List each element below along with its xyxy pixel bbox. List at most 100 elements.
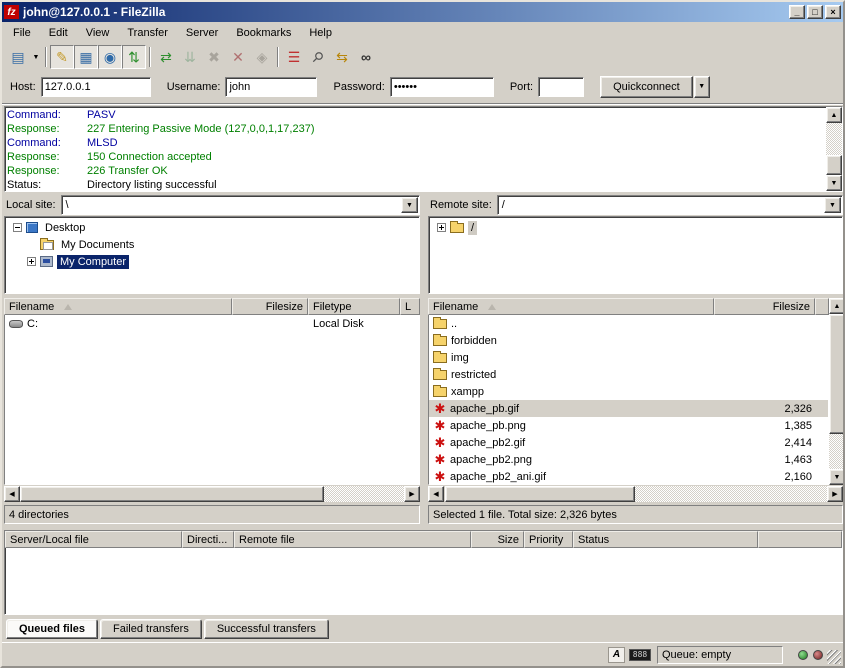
documents-folder-icon [40, 240, 54, 250]
file-row[interactable]: xampp [429, 383, 828, 400]
column-server-local-file[interactable]: Server/Local file [5, 531, 182, 548]
site-manager-icon[interactable]: ▤ [6, 45, 30, 69]
log-label: Command: [7, 136, 87, 150]
image-file-icon: ✱ [433, 403, 447, 414]
combo-dropdown-icon[interactable] [401, 197, 418, 213]
refresh-icon[interactable]: ⇄ [154, 45, 178, 69]
file-row[interactable]: ✱apache_pb.png 1,385 [429, 417, 828, 434]
scroll-thumb[interactable] [826, 155, 842, 175]
toggle-queue-icon[interactable]: ⇅ [122, 45, 146, 69]
column-label: L [405, 301, 411, 313]
speed-limits-icon[interactable]: 888 [629, 649, 651, 661]
scroll-up-icon[interactable] [829, 298, 845, 314]
toggle-log-icon[interactable]: ✎ [50, 45, 74, 69]
local-site-row: Local site: \ [6, 194, 420, 216]
scroll-left-icon[interactable] [428, 486, 444, 502]
scroll-thumb[interactable] [829, 314, 845, 434]
tree-item-desktop[interactable]: Desktop [5, 219, 419, 236]
password-input[interactable] [390, 77, 494, 97]
site-manager-dropdown-icon[interactable]: ▼ [30, 45, 42, 69]
file-row-c-drive[interactable]: C: Local Disk [5, 315, 419, 332]
cancel-icon[interactable]: ✖ [202, 45, 226, 69]
red-led-icon [813, 650, 823, 660]
menu-transfer[interactable]: Transfer [118, 25, 177, 41]
reconnect-icon[interactable]: ◈ [250, 45, 274, 69]
scroll-thumb[interactable] [20, 486, 324, 502]
tab-label: Queued files [19, 623, 85, 635]
collapse-icon[interactable] [13, 223, 22, 232]
process-queue-icon[interactable]: ⇊ [178, 45, 202, 69]
file-row[interactable]: img [429, 349, 828, 366]
local-site-combobox[interactable]: \ [61, 195, 420, 215]
column-filename[interactable]: Filename [4, 298, 232, 315]
expand-icon[interactable] [437, 223, 446, 232]
title-bar[interactable]: fz john@127.0.0.1 - FileZilla _ □ × [2, 2, 843, 22]
tab-queued-files[interactable]: Queued files [6, 619, 98, 639]
disconnect-icon[interactable]: ✕ [226, 45, 250, 69]
log-line: Command:MLSD [7, 136, 840, 150]
resize-grip[interactable] [827, 650, 841, 664]
column-filename[interactable]: Filename [428, 298, 714, 315]
scroll-up-icon[interactable] [826, 107, 842, 123]
quickconnect-dropdown-icon[interactable] [694, 76, 710, 98]
tree-item-root[interactable]: / [429, 219, 842, 236]
column-remote-file[interactable]: Remote file [234, 531, 471, 548]
ascii-datatype-icon[interactable]: A [608, 647, 625, 663]
scroll-down-icon[interactable] [829, 469, 845, 485]
username-input[interactable] [225, 77, 317, 97]
menu-edit[interactable]: Edit [40, 25, 77, 41]
file-row-selected[interactable]: ✱apache_pb.gif 2,326 [429, 400, 828, 417]
column-last-modified[interactable]: L [400, 298, 420, 315]
minimize-button[interactable]: _ [789, 5, 805, 19]
menu-help[interactable]: Help [300, 25, 341, 41]
scroll-thumb[interactable] [445, 486, 635, 502]
host-input[interactable] [41, 77, 151, 97]
column-filesize[interactable]: Filesize [714, 298, 815, 315]
tab-failed-transfers[interactable]: Failed transfers [100, 619, 202, 639]
tree-item-my-documents[interactable]: My Documents [5, 236, 419, 253]
scroll-left-icon[interactable] [4, 486, 20, 502]
column-priority[interactable]: Priority [524, 531, 573, 548]
maximize-button[interactable]: □ [807, 5, 823, 19]
scroll-track[interactable] [635, 486, 827, 502]
column-status[interactable]: Status [573, 531, 758, 548]
menu-file[interactable]: File [4, 25, 40, 41]
scroll-down-icon[interactable] [826, 175, 842, 191]
disk-icon [9, 320, 23, 328]
scroll-right-icon[interactable] [827, 486, 843, 502]
file-row[interactable]: forbidden [429, 332, 828, 349]
port-input[interactable] [538, 77, 584, 97]
image-file-icon: ✱ [433, 454, 447, 465]
tree-item-my-computer[interactable]: My Computer [5, 253, 419, 270]
menu-bookmarks[interactable]: Bookmarks [227, 25, 300, 41]
file-row[interactable]: .. [429, 315, 828, 332]
remote-site-combobox[interactable]: / [497, 195, 843, 215]
desktop-icon [26, 222, 38, 233]
expand-icon[interactable] [27, 257, 36, 266]
toggle-local-tree-icon[interactable]: ▦ [74, 45, 98, 69]
scroll-right-icon[interactable] [404, 486, 420, 502]
tab-label: Failed transfers [113, 623, 189, 635]
column-filetype[interactable]: Filetype [308, 298, 400, 315]
combo-dropdown-icon[interactable] [824, 197, 841, 213]
find-files-icon[interactable]: ∞ [354, 45, 378, 69]
file-row[interactable]: ✱apache_pb2.png 1,463 [429, 451, 828, 468]
green-led-icon [798, 650, 808, 660]
quickconnect-button[interactable]: Quickconnect [600, 76, 693, 98]
column-size[interactable]: Size [471, 531, 524, 548]
menu-server[interactable]: Server [177, 25, 227, 41]
close-button[interactable]: × [825, 5, 841, 19]
file-row[interactable]: restricted [429, 366, 828, 383]
toggle-remote-tree-icon[interactable]: ◉ [98, 45, 122, 69]
log-line: Response:226 Transfer OK [7, 164, 840, 178]
scroll-track[interactable] [324, 486, 404, 502]
column-direction[interactable]: Directi... [182, 531, 234, 548]
file-row[interactable]: ✱apache_pb2.gif 2,414 [429, 434, 828, 451]
toolbar-separator [45, 47, 47, 67]
file-row[interactable]: ✱apache_pb2_ani.gif 2,160 [429, 468, 828, 485]
column-label: Priority [529, 534, 563, 546]
column-filesize[interactable]: Filesize [232, 298, 308, 315]
file-name: img [451, 352, 469, 364]
tab-successful-transfers[interactable]: Successful transfers [204, 619, 329, 639]
menu-view[interactable]: View [77, 25, 119, 41]
